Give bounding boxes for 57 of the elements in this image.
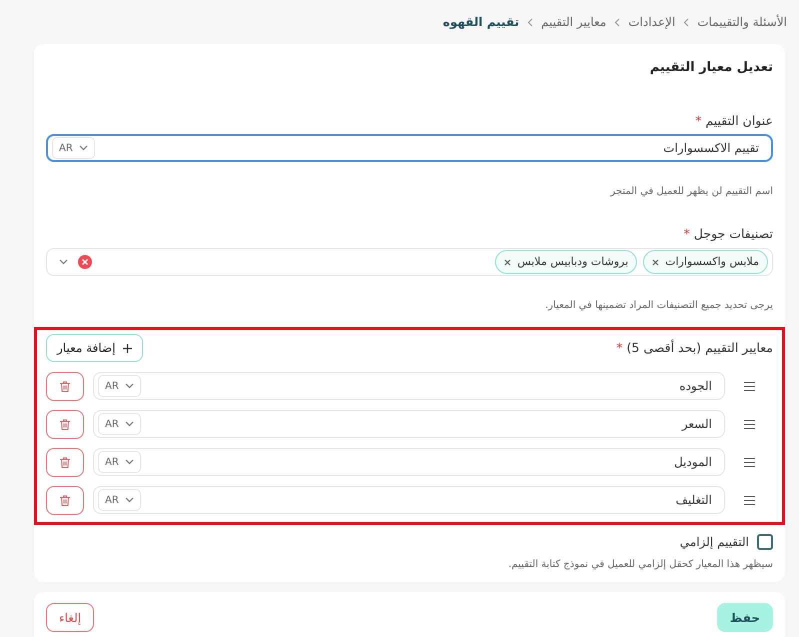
drag-handle-icon xyxy=(744,458,754,466)
field-label: عنوان التقييم * xyxy=(694,112,773,130)
chevron-down-icon xyxy=(124,497,134,503)
chevron-left-icon xyxy=(683,18,690,26)
chevron-down-icon xyxy=(124,383,134,389)
hint-text: سيظهر هذا المعيار كحقل إلزامي للعميل في نموذج كتابة التقييم. xyxy=(507,558,773,572)
language-select[interactable]: AR xyxy=(98,375,141,397)
language-code: AR xyxy=(105,380,119,394)
trash-icon xyxy=(60,380,70,392)
breadcrumb-link[interactable]: الأسئلة والتقييمات xyxy=(697,13,787,31)
language-code: AR xyxy=(105,456,119,470)
delete-button[interactable] xyxy=(46,486,84,514)
chevron-left-icon xyxy=(527,18,534,26)
breadcrumb-link[interactable]: الإعدادات xyxy=(628,13,676,31)
language-code: AR xyxy=(59,142,73,156)
drag-handle-icon xyxy=(744,420,754,428)
chevron-down-icon xyxy=(78,145,88,152)
breadcrumb-link[interactable]: تقييم القهوه xyxy=(442,13,520,31)
hint-text: اسم التقييم لن يظهر للعميل في المتجر xyxy=(609,185,773,200)
chevron-down-icon xyxy=(124,459,134,465)
language-select[interactable]: AR xyxy=(98,413,141,435)
checkbox-label: التقييم إلزامي xyxy=(680,534,749,551)
field-label: تصنيفات جوجل * xyxy=(682,225,773,244)
clear-icon xyxy=(78,255,92,269)
language-code: AR xyxy=(105,494,119,508)
add-criterion-button[interactable]: إضافة معيار xyxy=(46,334,144,362)
save-button[interactable]: حفظ xyxy=(716,603,773,632)
drag-handle-icon xyxy=(744,382,754,390)
remove-icon xyxy=(504,258,512,266)
trash-icon xyxy=(60,494,70,506)
language-select[interactable]: AR xyxy=(98,451,141,473)
language-select[interactable]: AR xyxy=(98,489,141,511)
category-tag: ملابس واكسسوارات xyxy=(643,250,768,274)
cancel-button[interactable]: إلغاء xyxy=(46,603,94,632)
chevron-left-icon xyxy=(614,18,620,26)
checkbox[interactable] xyxy=(757,534,773,550)
card-title: تعديل معيار التقييم xyxy=(648,59,773,77)
field-label: معايير التقييم (بحد أقصى 5) * xyxy=(616,338,773,357)
delete-button[interactable] xyxy=(46,448,84,476)
chevron-down-icon xyxy=(124,421,134,427)
delete-button[interactable] xyxy=(46,372,84,400)
language-code: AR xyxy=(105,418,119,432)
categories-select[interactable]: ملابس واكسسوارات بروشات ودبابيس ملابس xyxy=(46,248,773,276)
hint-text: يرجى تحديد جميع التصنيفات المراد تضمينها في المعيار. xyxy=(544,299,773,313)
plus-icon xyxy=(123,344,132,352)
trash-icon xyxy=(60,418,70,430)
delete-button[interactable] xyxy=(46,410,84,438)
chevron-down-icon xyxy=(59,259,68,265)
drag-handle-icon xyxy=(744,496,754,504)
required-mark: * xyxy=(695,112,702,128)
language-select[interactable]: AR xyxy=(52,137,95,160)
category-tag: بروشات ودبابيس ملابس xyxy=(495,250,638,274)
breadcrumb-link[interactable]: معايير التقييم xyxy=(541,13,606,31)
remove-icon xyxy=(652,258,660,266)
required-mark: * xyxy=(616,340,623,355)
trash-icon xyxy=(60,456,70,468)
required-mark: * xyxy=(684,226,690,242)
